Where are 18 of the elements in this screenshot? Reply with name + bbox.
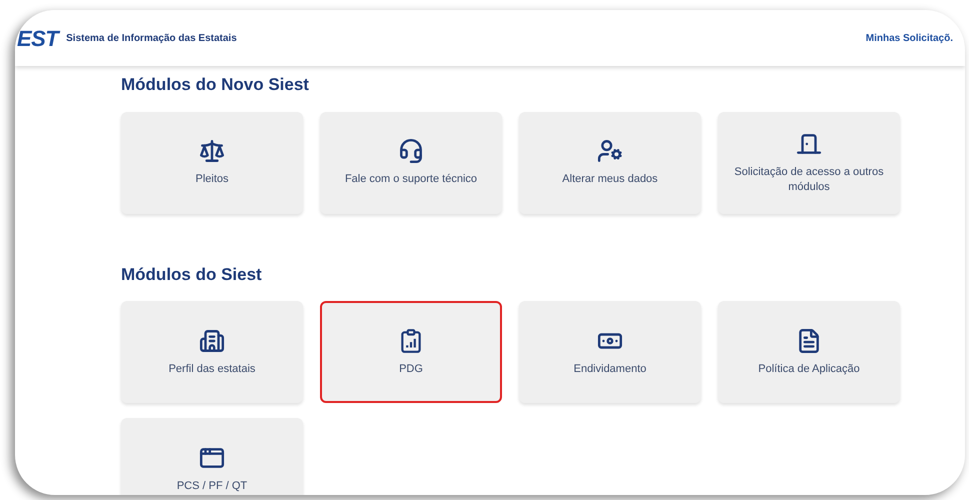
section-title: Módulos do Siest bbox=[121, 264, 263, 286]
my-requests-link[interactable]: Minhas Solicitaçõ. bbox=[866, 30, 953, 46]
module-card[interactable]: Alterar meus dados bbox=[519, 112, 701, 214]
module-card[interactable]: Perfil das estatais bbox=[121, 301, 303, 403]
module-card[interactable]: Solicitação de acesso a outros módulos bbox=[718, 112, 900, 214]
logo: EST bbox=[17, 24, 58, 52]
module-card[interactable]: Endividamento bbox=[519, 301, 701, 403]
section-title: Módulos do Novo Siest bbox=[121, 74, 310, 96]
headset-icon bbox=[398, 138, 424, 164]
user-gear-icon bbox=[597, 138, 623, 164]
system-title: Sistema de Informação das Estatais bbox=[66, 32, 237, 46]
module-card[interactable]: Pleitos bbox=[121, 112, 303, 214]
document-icon bbox=[796, 328, 822, 354]
module-card[interactable]: PCS / PF / QT bbox=[121, 418, 303, 495]
module-card[interactable]: Política de Aplicação bbox=[718, 301, 900, 403]
module-card[interactable]: PDG bbox=[320, 301, 502, 403]
scale-icon bbox=[199, 138, 225, 164]
module-card[interactable]: Fale com o suporte técnico bbox=[320, 112, 502, 214]
